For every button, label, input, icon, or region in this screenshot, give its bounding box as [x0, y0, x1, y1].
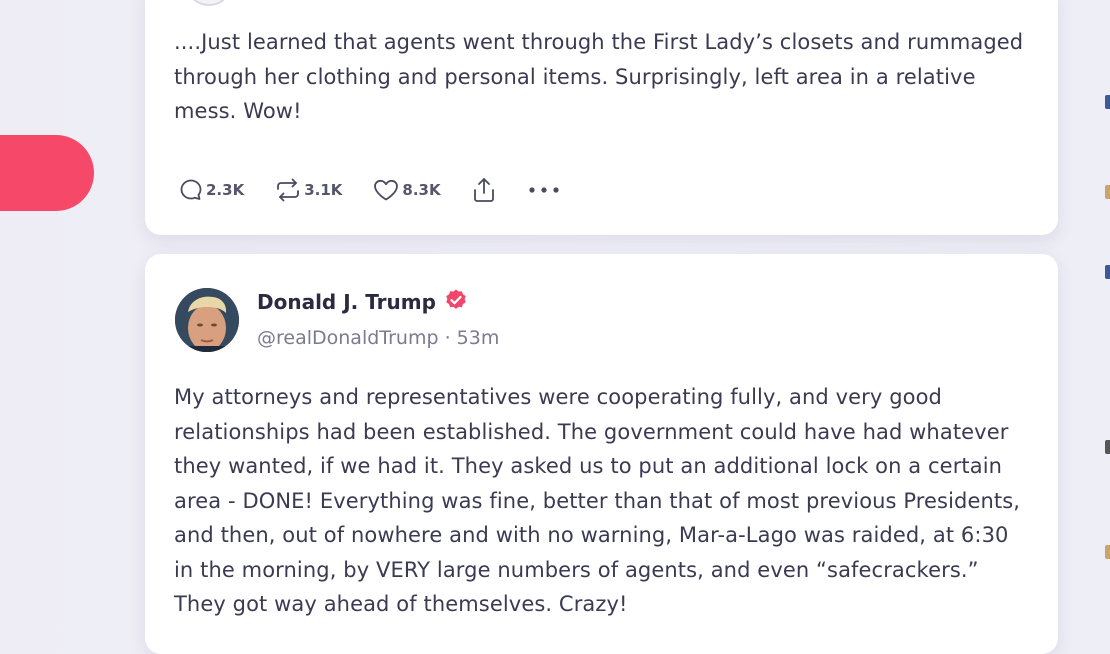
- right-edge-marker: [1105, 545, 1110, 559]
- side-nav-active-pill[interactable]: [0, 135, 94, 211]
- author-row: Donald J. Trump: [257, 288, 468, 316]
- post-actions: 2.3K 3.1K 8.3K: [178, 176, 591, 204]
- post-card[interactable]: ....Just learned that agents went throug…: [145, 0, 1058, 235]
- post-text: My attorneys and representatives were co…: [174, 385, 1021, 616]
- repost-icon: [274, 177, 302, 203]
- avatar[interactable]: [175, 288, 239, 352]
- meta-separator: ·: [444, 327, 451, 349]
- author-name[interactable]: Donald J. Trump: [257, 290, 436, 314]
- share-icon: [471, 176, 497, 204]
- repost-count: 3.1K: [304, 181, 343, 199]
- right-edge-marker: [1105, 95, 1110, 109]
- post-card[interactable]: Donald J. Trump @realDonaldTrump · 53m M…: [145, 254, 1058, 654]
- like-count: 8.3K: [402, 181, 441, 199]
- right-edge-marker: [1105, 440, 1110, 454]
- repost-button[interactable]: 3.1K: [274, 177, 342, 203]
- reply-count: 2.3K: [206, 181, 245, 199]
- more-icon: [527, 185, 561, 195]
- reply-button[interactable]: 2.3K: [178, 177, 244, 203]
- author-meta: @realDonaldTrump · 53m: [257, 327, 499, 349]
- right-edge-marker: [1105, 185, 1110, 199]
- author-handle[interactable]: @realDonaldTrump: [257, 327, 439, 349]
- heart-icon: [372, 177, 400, 203]
- post-timestamp[interactable]: 53m: [457, 327, 500, 349]
- right-edge-marker: [1105, 265, 1110, 279]
- share-button[interactable]: [471, 176, 497, 204]
- like-button[interactable]: 8.3K: [372, 177, 441, 203]
- more-options-button[interactable]: [527, 185, 561, 195]
- reply-icon: [178, 177, 204, 203]
- post-text: ....Just learned that agents went throug…: [174, 30, 1024, 123]
- verified-badge-icon: [444, 288, 468, 316]
